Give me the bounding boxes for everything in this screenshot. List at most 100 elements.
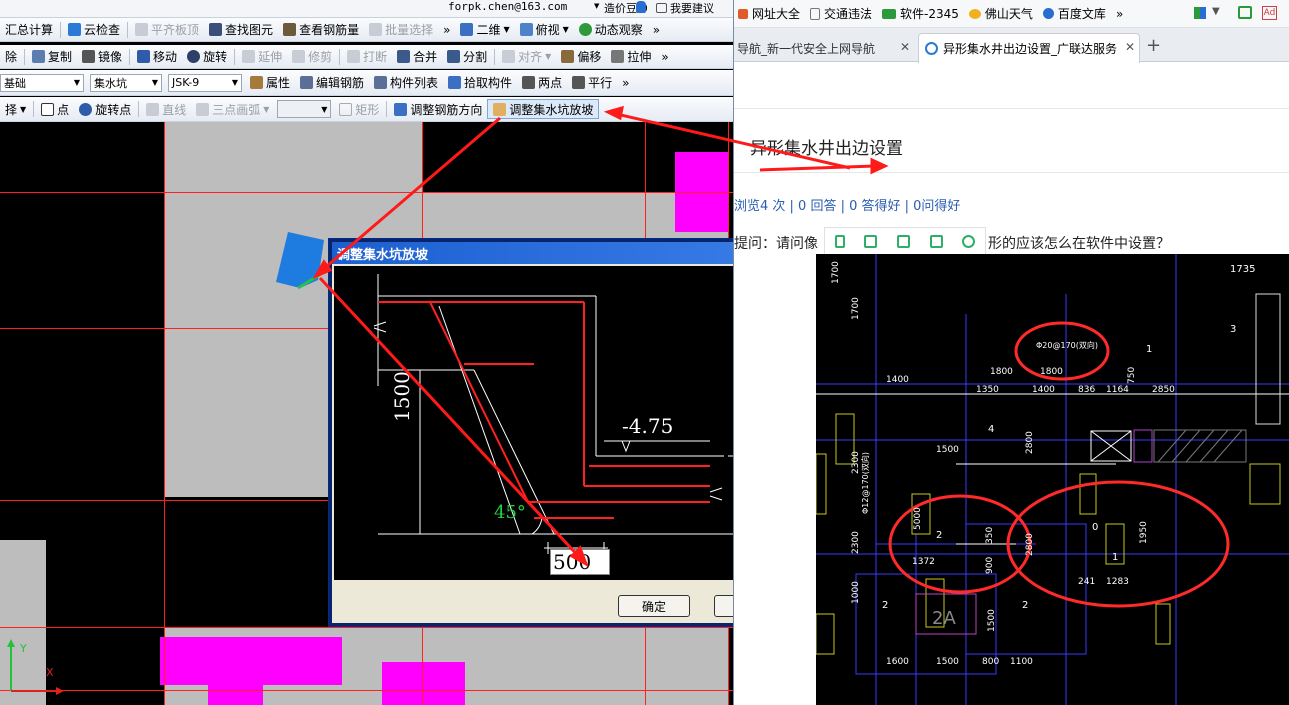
tab-close-icon[interactable]: ✕ xyxy=(1125,40,1136,54)
svg-text:1700: 1700 xyxy=(831,261,841,284)
svg-text:1800: 1800 xyxy=(990,367,1013,377)
split-button[interactable]: 分割 xyxy=(442,47,492,67)
shape-combo[interactable]: ▼ xyxy=(277,100,332,118)
move-button[interactable]: 移动 xyxy=(132,47,182,67)
arc-button[interactable]: 三点画弧 ▼ xyxy=(191,99,274,119)
edit-rebar-button[interactable]: 编辑钢筋 xyxy=(295,73,369,93)
bell-icon[interactable] xyxy=(636,1,646,13)
view-rebar-button[interactable]: 查看钢筋量 xyxy=(278,20,364,40)
svg-text:4: 4 xyxy=(988,424,994,435)
software-icon xyxy=(882,8,897,19)
svg-text:0: 0 xyxy=(1092,522,1098,533)
share-icon[interactable] xyxy=(929,234,943,248)
overview-dropdown[interactable]: 俯视 ▼ xyxy=(515,20,574,40)
tab-active[interactable]: 异形集水井出边设置_广联达服务 ✕ xyxy=(918,33,1140,63)
svg-text:1350: 1350 xyxy=(976,385,999,395)
svg-text:Φ12@170(双向): Φ12@170(双向) xyxy=(860,452,870,514)
stretch-button[interactable]: 拉伸 xyxy=(606,47,656,67)
offset-button[interactable]: 偏移 xyxy=(556,47,606,67)
suggest-link[interactable]: 我要建议 xyxy=(656,0,714,16)
offset-icon xyxy=(561,50,575,63)
paw-icon xyxy=(1042,8,1054,19)
bookmark-item[interactable]: 百度文库 xyxy=(1042,5,1106,22)
title-underline xyxy=(734,172,1289,173)
align-dropdown[interactable]: 对齐 ▼ xyxy=(497,47,556,67)
axis-icon xyxy=(7,639,64,695)
component-list-button[interactable]: 构件列表 xyxy=(369,73,443,93)
parallel-button[interactable]: 平行 xyxy=(567,73,617,93)
mobile-icon[interactable] xyxy=(834,234,845,248)
copy-icon xyxy=(32,50,46,63)
slope-diagram: 1500 -4.75 500 45° 500 xyxy=(334,266,797,580)
email-dropdown-icon[interactable]: ▼ xyxy=(594,2,599,10)
rotate-icon xyxy=(187,50,201,63)
slope-diagram-svg xyxy=(373,274,744,554)
bookmark-item[interactable]: 交通违法 xyxy=(810,5,872,22)
svg-text:2: 2 xyxy=(1022,600,1028,611)
break-button[interactable]: 打断 xyxy=(342,47,392,67)
toolbar-more-1b[interactable]: » xyxy=(648,20,665,40)
svg-text:1: 1 xyxy=(1146,344,1152,355)
bookmark-item[interactable]: 网址大全 xyxy=(738,5,800,22)
line-button[interactable]: 直线 xyxy=(141,99,191,119)
new-tab-button[interactable]: + xyxy=(1146,35,1161,56)
cloud-check-button[interactable]: 云检查 xyxy=(63,20,125,40)
point-button[interactable]: 点 xyxy=(36,99,74,119)
adjust-pit-slope-button[interactable]: 调整集水坑放坡 xyxy=(487,99,600,119)
settings-icon[interactable] xyxy=(962,234,976,248)
merge-button[interactable]: 合并 xyxy=(392,47,442,67)
pdf-icon[interactable]: Ad xyxy=(1262,6,1277,20)
rotate-button[interactable]: 旋转 xyxy=(182,47,232,67)
bookmark-item[interactable]: 软件-2345 xyxy=(882,5,959,22)
apps-icon[interactable] xyxy=(1194,7,1206,19)
copy-button[interactable]: 复制 xyxy=(27,47,77,67)
svg-text:1283: 1283 xyxy=(1106,577,1129,587)
type-select[interactable]: 集水坑 ▼ xyxy=(90,73,162,92)
question-image[interactable]: 1735 3 Φ20@170(双向) 1800 1 1400 1350 1400… xyxy=(816,254,1289,705)
svg-text:1100: 1100 xyxy=(1010,657,1033,667)
component-id-select[interactable]: JSK-9 ▼ xyxy=(168,73,242,92)
merge-icon xyxy=(397,50,411,63)
tab-navigation[interactable]: 导航_新一代安全上网导航 ✕ xyxy=(734,34,916,62)
summary-button[interactable]: 汇总计算 xyxy=(0,20,58,40)
floor-select[interactable]: 基础 ▼ xyxy=(0,73,84,92)
save-icon[interactable] xyxy=(896,234,910,248)
svg-text:2: 2 xyxy=(882,600,888,611)
mirror-button[interactable]: 镜像 xyxy=(77,47,127,67)
toolbar-row-2: 除 复制 镜像 移动 旋转 延伸 修剪 打断 合并 分割 对齐 ▼ 偏移 拉伸 » xyxy=(0,45,733,69)
two-point-button[interactable]: 两点 xyxy=(517,73,567,93)
toolbar-more-1[interactable]: » xyxy=(438,20,455,40)
select-button[interactable]: 择 ▼ xyxy=(0,99,31,119)
rotate-point-button[interactable]: 旋转点 xyxy=(74,99,136,119)
view-2d-dropdown[interactable]: 二维 ▼ xyxy=(455,20,514,40)
parallel-icon xyxy=(572,76,586,89)
two-point-icon xyxy=(522,76,536,89)
question-stats[interactable]: 浏览4 次 | 0 回答 | 0 答得好 | 0问得好 xyxy=(734,195,960,214)
toolbar-more-2[interactable]: » xyxy=(656,47,673,67)
user-email: forpk.chen@163.com xyxy=(448,0,568,13)
rect-button[interactable]: 矩形 xyxy=(334,99,384,119)
ok-button[interactable]: 确定 xyxy=(618,595,690,617)
trim-button[interactable]: 修剪 xyxy=(287,47,337,67)
dynamic-view-button[interactable]: 动态观察 xyxy=(574,20,648,40)
bookmarks-more[interactable]: » xyxy=(1116,7,1123,21)
svg-text:1735: 1735 xyxy=(1230,264,1255,275)
pick-component-button[interactable]: 拾取构件 xyxy=(443,73,517,93)
reader-icon[interactable] xyxy=(1238,6,1252,19)
menu-dropdown-icon[interactable]: ▼ xyxy=(1212,6,1220,17)
level-top-button[interactable]: 平齐板顶 xyxy=(130,20,204,40)
batch-select-button[interactable]: 批量选择 xyxy=(364,20,438,40)
selected-pit-shape[interactable] xyxy=(272,230,332,292)
expand-icon[interactable] xyxy=(864,234,878,248)
properties-button[interactable]: 属性 xyxy=(245,73,295,93)
adjust-rebar-direction-button[interactable]: 调整钢筋方向 xyxy=(389,99,487,119)
slope-width-input[interactable]: 500 xyxy=(550,549,610,575)
page-divider xyxy=(734,108,1289,109)
bookmark-item[interactable]: 佛山天气 xyxy=(968,5,1033,22)
toolbar-more-3[interactable]: » xyxy=(617,73,634,93)
find-element-button[interactable]: 查找图元 xyxy=(204,20,278,40)
delete-button[interactable]: 除 xyxy=(0,47,22,67)
svg-text:Φ20@170(双向): Φ20@170(双向) xyxy=(1036,340,1098,350)
tab-close-icon[interactable]: ✕ xyxy=(900,40,910,54)
extend-button[interactable]: 延伸 xyxy=(237,47,287,67)
